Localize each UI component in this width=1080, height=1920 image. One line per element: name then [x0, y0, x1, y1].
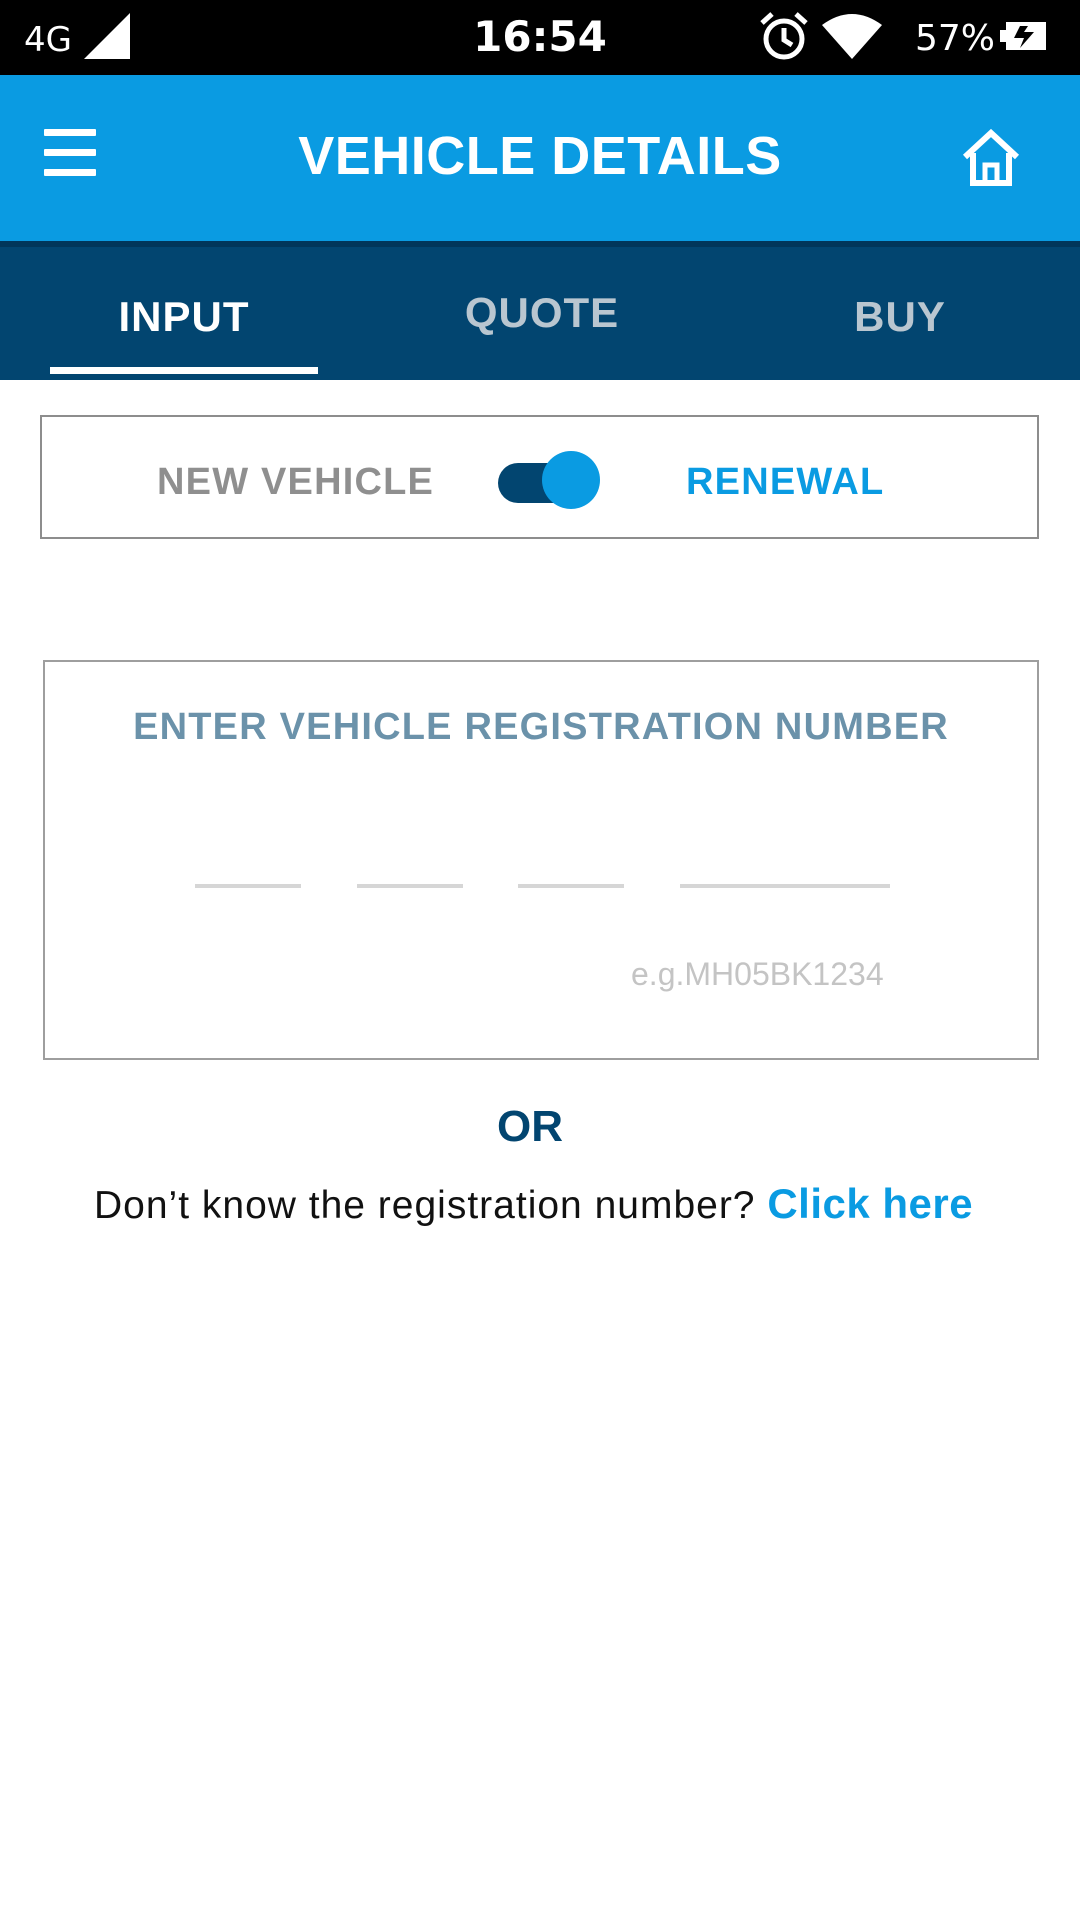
tab-input[interactable]: INPUT: [50, 293, 318, 341]
battery-icon: [1000, 22, 1046, 50]
switch-thumb: [542, 451, 600, 509]
vehicle-type-switch[interactable]: [494, 451, 600, 509]
battery-percent: 57%: [915, 18, 996, 59]
tab-quote[interactable]: QUOTE: [440, 289, 644, 337]
alarm-icon: [760, 12, 808, 60]
registration-state-field[interactable]: [195, 852, 301, 888]
tab-bar: INPUT QUOTE BUY: [0, 241, 1080, 380]
renewal-label[interactable]: RENEWAL: [686, 461, 884, 504]
or-divider-text: OR: [497, 1102, 563, 1151]
registration-series-field[interactable]: [518, 852, 624, 888]
status-bar: 4G 16:54 57%: [0, 0, 1080, 75]
unknown-registration-prompt: Don’t know the registration number? Clic…: [94, 1180, 973, 1228]
active-tab-indicator: [50, 367, 318, 374]
click-here-link[interactable]: Click here: [767, 1180, 973, 1227]
home-icon[interactable]: [960, 127, 1022, 189]
unknown-registration-question: Don’t know the registration number?: [94, 1184, 756, 1227]
page-title: VEHICLE DETAILS: [298, 126, 782, 186]
wifi-icon: [822, 14, 882, 59]
registration-example-hint: e.g.MH05BK1234: [631, 956, 884, 992]
tab-buy[interactable]: BUY: [810, 293, 990, 341]
registration-heading: ENTER VEHICLE REGISTRATION NUMBER: [133, 706, 949, 748]
registration-district-field[interactable]: [357, 852, 463, 888]
app-bar: VEHICLE DETAILS: [0, 75, 1080, 241]
vehicle-type-toggle-card: NEW VEHICLE RENEWAL: [40, 415, 1039, 539]
new-vehicle-label[interactable]: NEW VEHICLE: [157, 461, 434, 504]
registration-number-field[interactable]: [680, 852, 890, 888]
registration-card: ENTER VEHICLE REGISTRATION NUMBER e.g.MH…: [43, 660, 1039, 1060]
